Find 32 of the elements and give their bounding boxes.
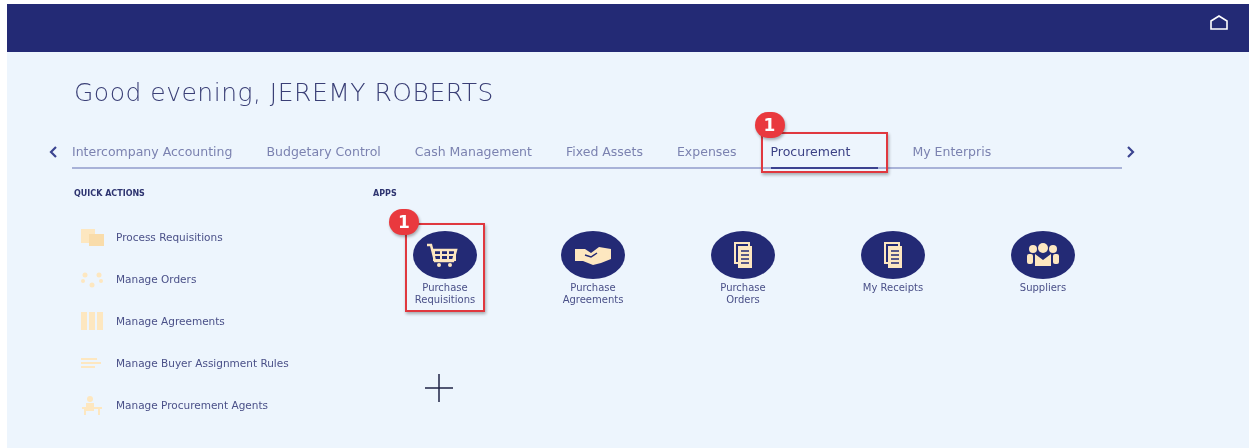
document-circle-icon	[861, 231, 925, 279]
app-tile[interactable]: Purchase Orders	[673, 231, 813, 306]
quick-action-link[interactable]: Manage Buyer Assignment Rules	[116, 357, 289, 369]
forms-icon	[80, 227, 105, 247]
home-button[interactable]	[1209, 14, 1229, 30]
app-tile[interactable]: My Receipts	[823, 231, 963, 294]
quick-action-link[interactable]: Manage Agreements	[116, 315, 225, 327]
app-tile[interactable]: Suppliers	[973, 231, 1113, 294]
home-icon	[1209, 14, 1229, 30]
people-circle-icon	[1011, 231, 1075, 279]
binders-icon	[80, 311, 105, 331]
cart-circle-icon	[413, 231, 477, 279]
quick-action-link[interactable]: Manage Procurement Agents	[116, 399, 269, 411]
tab[interactable]: Cash Management	[414, 134, 532, 169]
tab[interactable]: My Enterpris	[912, 134, 992, 169]
plus-icon	[423, 372, 455, 404]
person-desk-icon	[80, 395, 105, 415]
greeting-heading: Good evening, JEREMY ROBERTS	[74, 78, 495, 109]
callout-badge: 1	[389, 209, 419, 235]
section-title: APPS	[373, 189, 398, 200]
app-tile[interactable]: Purchase Agreements	[523, 231, 663, 306]
chevron-right-icon	[1126, 144, 1136, 159]
document-circle-icon	[711, 231, 775, 279]
tab[interactable]: Fixed Assets	[565, 134, 643, 169]
tab[interactable]: Budgetary Control	[266, 134, 381, 169]
section-title: QUICK ACTIONS	[74, 189, 146, 200]
handshake-circle-icon	[561, 231, 625, 279]
quick-action-link[interactable]: Process Requisitions	[116, 231, 223, 243]
callout-badge: 1	[754, 112, 785, 138]
add-button[interactable]	[423, 372, 455, 404]
chevron-left-icon	[48, 144, 58, 159]
quick-action-link[interactable]: Manage Orders	[116, 273, 197, 285]
